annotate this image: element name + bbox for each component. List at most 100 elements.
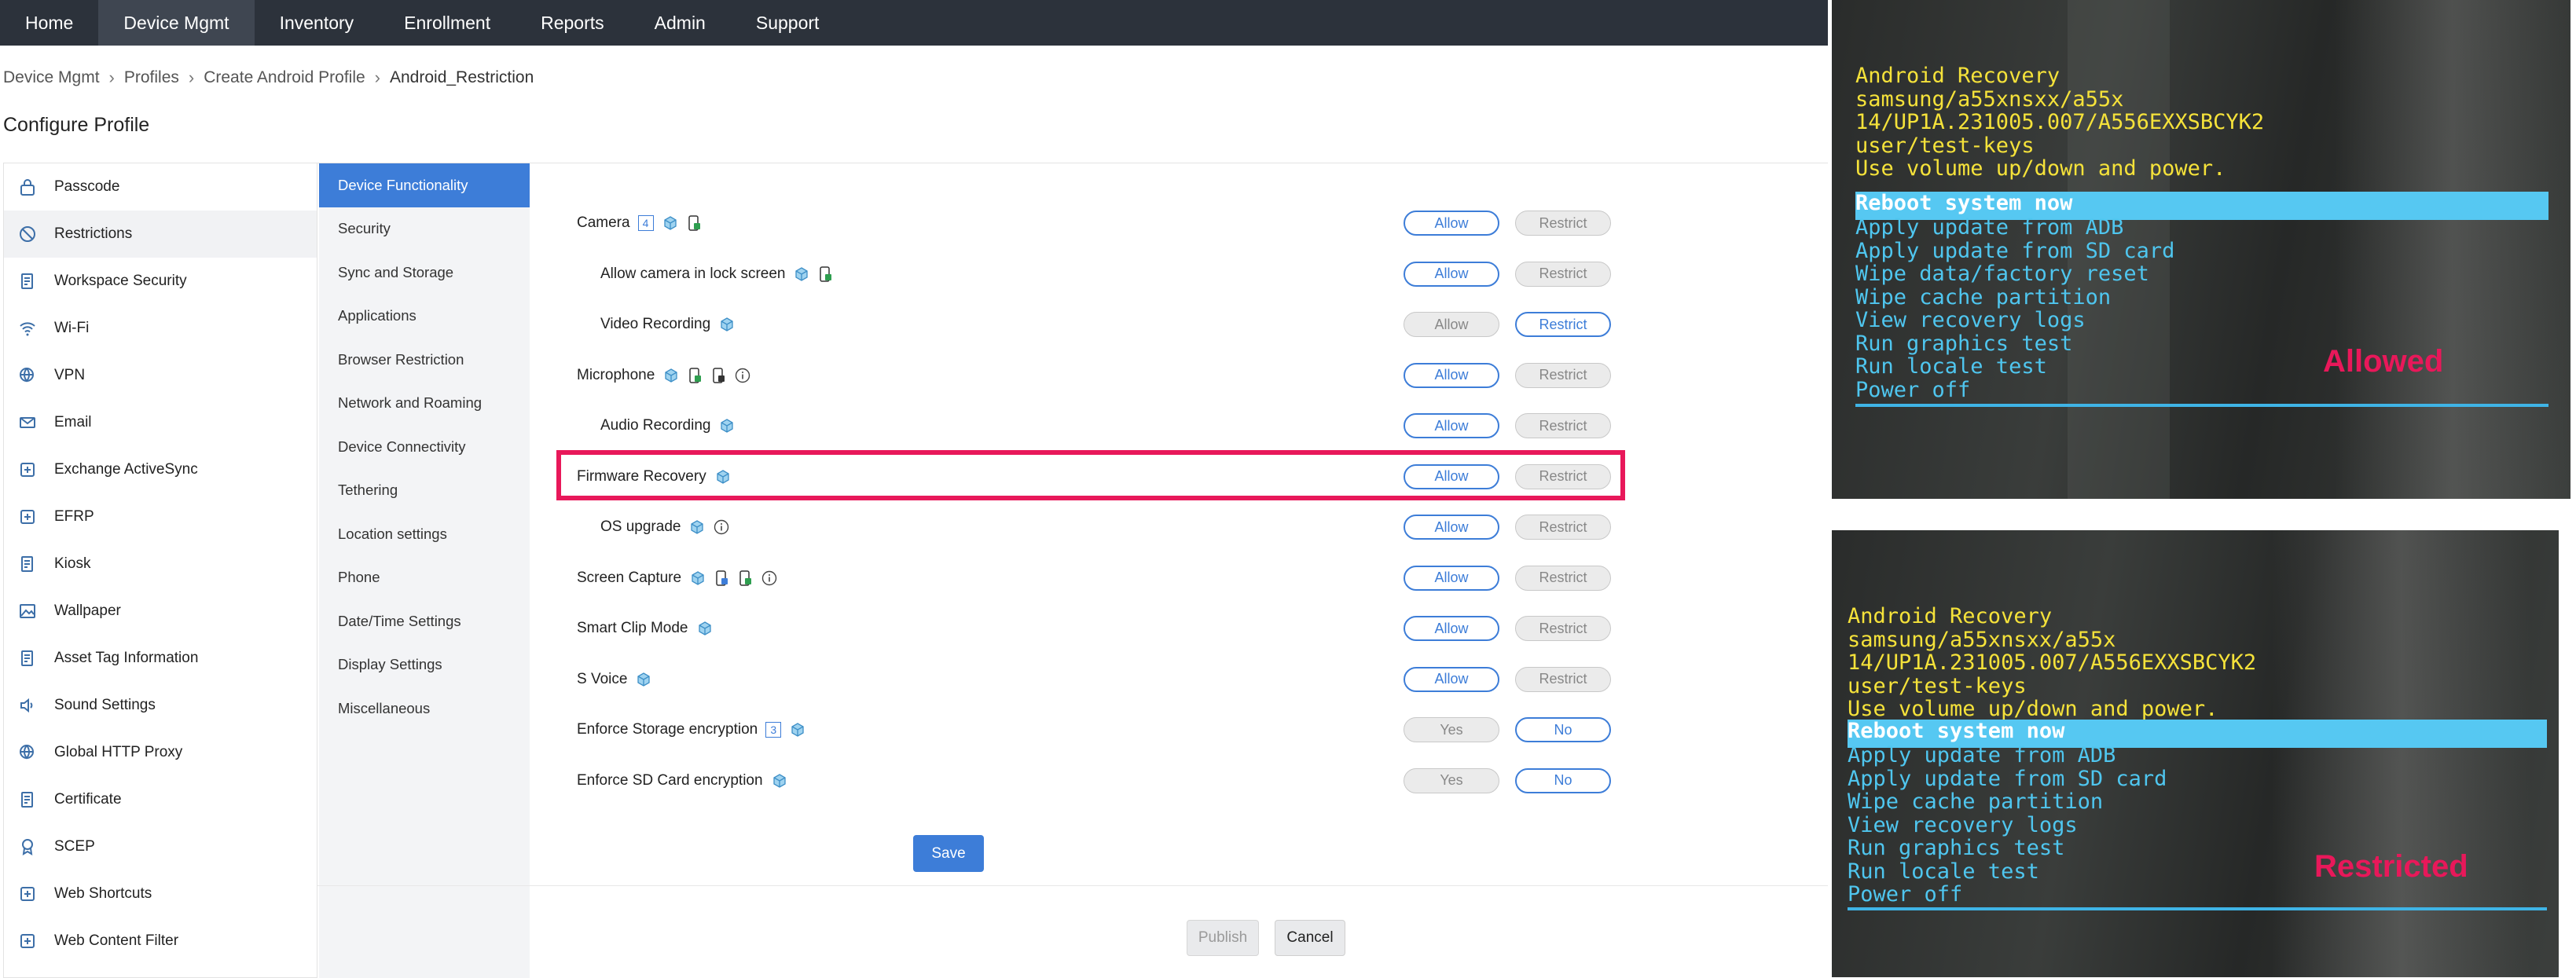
sidebar-item-sound-settings[interactable]: Sound Settings [4,682,317,729]
restriction-label: Camera 4 [530,214,701,232]
recovery-header-line: Use volume up/down and power. [1855,156,2226,181]
phone-lock-icon [688,368,702,383]
sidebar-item-restrictions[interactable]: Restrictions [4,211,317,258]
option-allow-button[interactable]: Allow [1404,616,1499,641]
sidebar-item-label: SCEP [54,838,95,855]
sidebar-item-certificate[interactable]: Certificate [4,776,317,823]
subnav-date-time-settings[interactable]: Date/Time Settings [319,599,530,643]
sidebar-item-label: Email [54,414,92,430]
topnav-enrollment[interactable]: Enrollment [379,0,516,46]
subnav-network-and-roaming[interactable]: Network and Roaming [319,382,530,426]
page-title: Configure Profile [3,114,150,136]
sidebar-item-label: Exchange ActiveSync [54,461,198,478]
sidebar-item-label: Sound Settings [54,697,156,713]
option-allow-button[interactable]: Allow [1404,565,1499,591]
sidebar-item-label: Global HTTP Proxy [54,744,183,760]
subnav-tethering[interactable]: Tethering [319,469,530,513]
recovery-menu-item: Wipe cache partition [1848,789,2104,814]
topnav-admin[interactable]: Admin [629,0,731,46]
subnav-display-settings[interactable]: Display Settings [319,643,530,687]
phone-dark-icon [711,368,725,383]
option-restrict-button[interactable]: Restrict [1515,312,1611,337]
option-no-button[interactable]: No [1515,767,1611,793]
filter-icon [17,930,39,952]
restriction-name: OS upgrade [600,518,681,536]
option-yes-button[interactable]: Yes [1404,767,1499,793]
option-restrict-button[interactable]: Restrict [1515,362,1611,388]
cancel-button[interactable]: Cancel [1275,920,1345,956]
sidebar-item-kiosk[interactable]: Kiosk [4,540,317,588]
option-restrict-button[interactable]: Restrict [1515,666,1611,692]
ban-icon [17,223,39,245]
subnav-security[interactable]: Security [319,207,530,251]
option-allow-button[interactable]: Allow [1404,261,1499,287]
sidebar-item-vpn[interactable]: VPN [4,352,317,399]
topnav-home[interactable]: Home [0,0,98,46]
sidebar-item-exchange-activesync[interactable]: Exchange ActiveSync [4,446,317,493]
sidebar-item-web-content-filter[interactable]: Web Content Filter [4,918,317,965]
restriction-row: Audio Recording Allow Restrict [530,401,1630,452]
recovery-menu-item: Run graphics test [1848,836,2065,860]
sidebar-item-workspace-security[interactable]: Workspace Security [4,258,317,305]
option-allow-button[interactable]: Allow [1404,666,1499,692]
recovery-header-line: 14/UP1A.231005.007/A556EXXSBCYK2 [1848,650,2257,675]
restriction-label: Enforce SD Card encryption [530,772,787,789]
subnav-phone[interactable]: Phone [319,556,530,600]
info-icon[interactable] [761,570,777,586]
sidebar-item-wi-fi[interactable]: Wi-Fi [4,305,317,352]
sidebar-item-label: Wallpaper [54,603,121,619]
chevron-right-icon: › [108,68,115,87]
restriction-row: Enforce SD Card encryption Yes No [530,756,1630,807]
option-allow-button[interactable]: Allow [1404,515,1499,540]
tag-icon [17,647,39,669]
subnav-applications[interactable]: Applications [319,295,530,339]
restriction-row: S Voice Allow Restrict [530,654,1630,705]
exchange-icon [17,459,39,481]
option-no-button[interactable]: No [1515,717,1611,742]
info-icon[interactable] [735,368,750,383]
subnav-browser-restriction[interactable]: Browser Restriction [319,338,530,382]
sidebar-item-global-http-proxy[interactable]: Global HTTP Proxy [4,729,317,776]
option-restrict-button[interactable]: Restrict [1515,211,1611,236]
sidebar-item-scep[interactable]: SCEP [4,823,317,870]
info-icon[interactable] [714,519,729,535]
subnav-device-connectivity[interactable]: Device Connectivity [319,425,530,469]
cube-icon [637,672,651,687]
sidebar-item-asset-tag-information[interactable]: Asset Tag Information [4,635,317,682]
recovery-photo-restricted: Android Recovery samsung/a55xnsxx/a55x 14/… [1832,530,2559,977]
globe-lock-icon [17,364,39,386]
kiosk-icon [17,553,39,575]
topnav-support[interactable]: Support [731,0,845,46]
breadcrumb-link[interactable]: Device Mgmt [3,68,100,87]
option-restrict-button[interactable]: Restrict [1515,616,1611,641]
option-yes-button[interactable]: Yes [1404,717,1499,742]
option-restrict-button[interactable]: Restrict [1515,565,1611,591]
sidebar-item-efrp[interactable]: EFRP [4,493,317,540]
breadcrumb-link[interactable]: Profiles [124,68,179,87]
option-restrict-button[interactable]: Restrict [1515,515,1611,540]
sidebar-item-web-shortcuts[interactable]: Web Shortcuts [4,870,317,918]
option-allow-button[interactable]: Allow [1404,211,1499,236]
subnav-location-settings[interactable]: Location settings [319,512,530,556]
sidebar-item-wallpaper[interactable]: Wallpaper [4,588,317,635]
option-allow-button[interactable]: Allow [1404,312,1499,337]
restriction-row: Enforce Storage encryption 3 Yes No [530,705,1630,756]
chevron-right-icon: › [188,68,195,87]
cube-icon [664,368,678,383]
cube-icon [663,216,677,230]
subnav-sync-and-storage[interactable]: Sync and Storage [319,251,530,295]
option-restrict-button[interactable]: Restrict [1515,261,1611,287]
sidebar-item-passcode[interactable]: Passcode [4,163,317,211]
cube-icon [720,317,734,331]
breadcrumb-link[interactable]: Create Android Profile [204,68,365,87]
topnav-device-mgmt[interactable]: Device Mgmt [98,0,255,46]
sidebar-item-email[interactable]: Email [4,399,317,446]
option-restrict-button[interactable]: Restrict [1515,413,1611,438]
topnav-reports[interactable]: Reports [516,0,629,46]
subnav-device-functionality[interactable]: Device Functionality [319,163,530,207]
option-allow-button[interactable]: Allow [1404,413,1499,438]
save-button[interactable]: Save [913,835,984,872]
topnav-inventory[interactable]: Inventory [255,0,380,46]
option-allow-button[interactable]: Allow [1404,362,1499,388]
subnav-miscellaneous[interactable]: Miscellaneous [319,687,530,731]
